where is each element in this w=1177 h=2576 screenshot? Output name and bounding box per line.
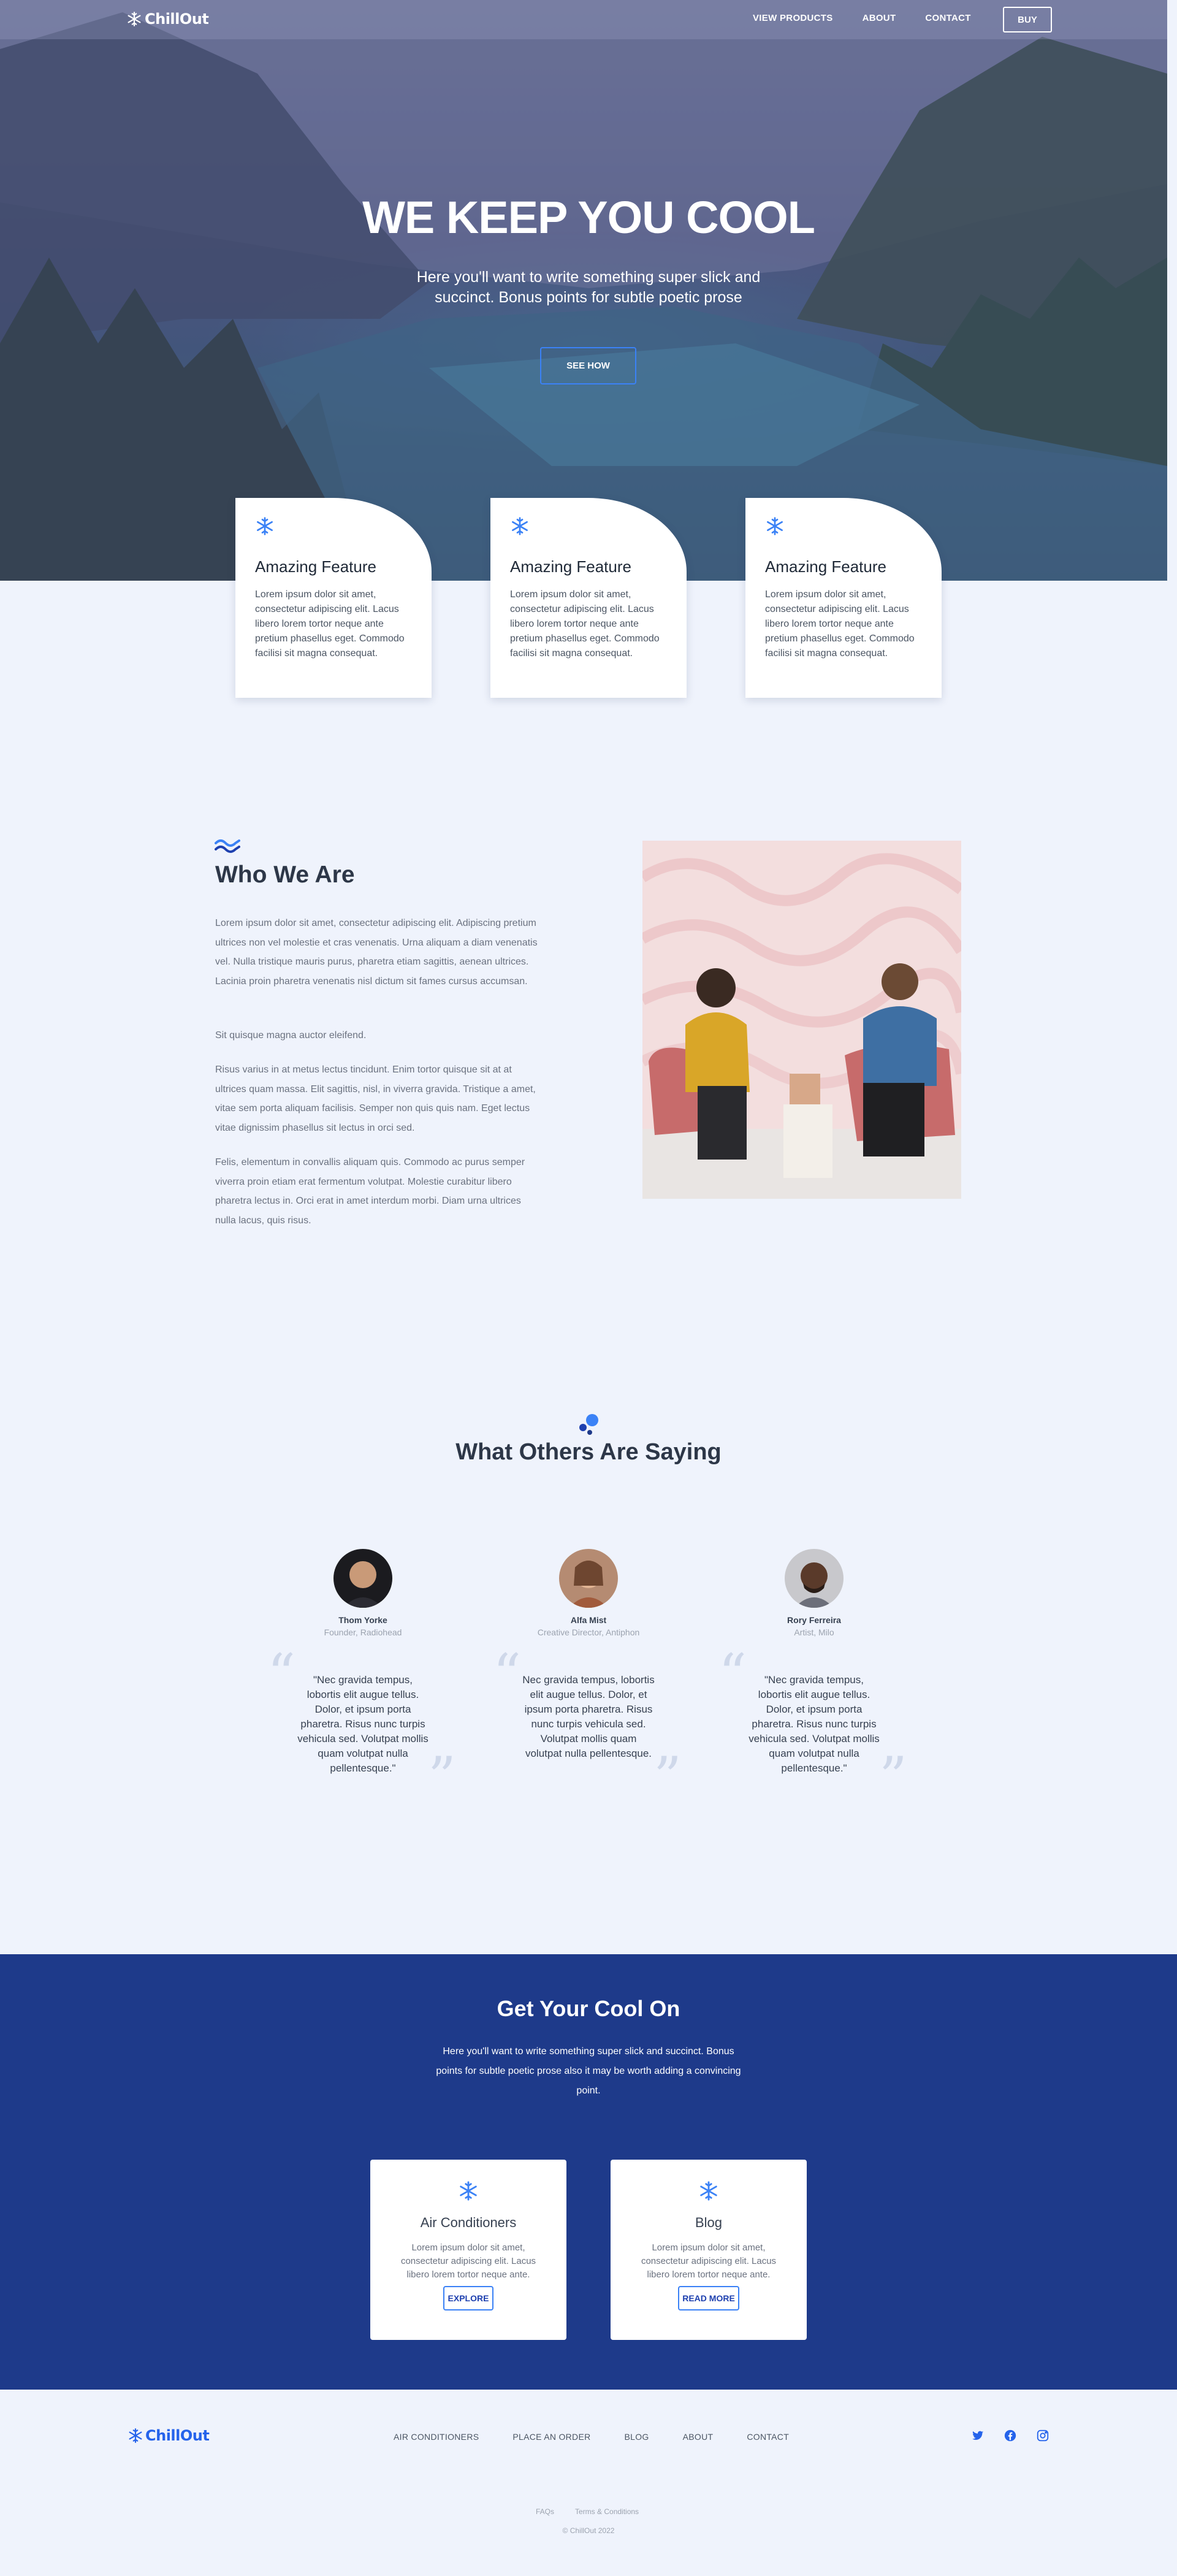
instagram-icon[interactable] (1036, 2429, 1049, 2445)
testimonial-role: Artist, Milo (794, 1627, 834, 1637)
snowflake-icon (128, 12, 141, 26)
snowflake-icon (700, 2181, 717, 2201)
waves-icon (215, 839, 240, 853)
footer-links: AIR CONDITIONERS PLACE AN ORDER BLOG ABO… (394, 2432, 789, 2442)
feature-text: Lorem ipsum dolor sit amet, consectetur … (765, 589, 915, 659)
feature-card: Amazing Feature Lorem ipsum dolor sit am… (745, 498, 942, 698)
social-links (971, 2429, 1049, 2445)
snowflake-icon (257, 517, 273, 535)
footer-small-links: FAQs Terms & Conditions (536, 2506, 639, 2517)
who-paragraph: Risus varius in at metus lectus tincidun… (215, 1064, 536, 1133)
feature-card: Amazing Feature Lorem ipsum dolor sit am… (235, 498, 432, 698)
footer-logo-text: ChillOut (145, 2427, 210, 2444)
facebook-icon[interactable] (1004, 2429, 1017, 2445)
nav-view-products[interactable]: VIEW PRODUCTS (753, 13, 833, 23)
cta-card-air-conditioners: Air Conditioners Lorem ipsum dolor sit a… (370, 2160, 566, 2340)
snowflake-icon (460, 2181, 477, 2201)
footer-link-about[interactable]: ABOUT (683, 2432, 714, 2442)
buy-button[interactable]: BUY (1003, 7, 1052, 32)
faqs-link[interactable]: FAQs (536, 2506, 554, 2517)
cta-card-title: Air Conditioners (420, 2215, 517, 2230)
feature-title: Amazing Feature (510, 557, 631, 576)
feature-card: Amazing Feature Lorem ipsum dolor sit am… (490, 498, 687, 698)
see-how-button[interactable]: SEE HOW (540, 347, 636, 384)
nav-links: VIEW PRODUCTS ABOUT CONTACT (753, 13, 971, 23)
who-we-are-title: Who We Are (215, 862, 355, 888)
testimonial-name: Rory Ferreira (787, 1615, 841, 1625)
nav-about[interactable]: ABOUT (863, 13, 896, 23)
close-quote-icon: ” (428, 1745, 457, 1810)
snowflake-icon (767, 517, 783, 535)
who-paragraph: Lorem ipsum dolor sit amet, consectetur … (215, 918, 538, 987)
logo-text: ChillOut (145, 10, 209, 28)
nav-contact[interactable]: CONTACT (925, 13, 970, 23)
cta-text: Here you'll want to write something supe… (436, 2046, 741, 2096)
who-paragraph: Felis, elementum in convallis aliquam qu… (215, 1157, 525, 1226)
testimonials-title: What Others Are Saying (455, 1439, 722, 1465)
hero-subtitle: Here you'll want to write something supe… (416, 269, 761, 306)
feature-text: Lorem ipsum dolor sit amet, consectetur … (255, 589, 405, 659)
testimonial-name: Alfa Mist (570, 1615, 607, 1625)
testimonial-quote: "Nec gravida tempus, lobortis elit augue… (748, 1674, 880, 1774)
footer-link-contact[interactable]: CONTACT (747, 2432, 789, 2442)
cta-card-text: Lorem ipsum dolor sit amet, consectetur … (641, 2242, 777, 2280)
hero-section: WE KEEP YOU COOL Here you'll want to wri… (0, 0, 1167, 581)
cta-title: Get Your Cool On (497, 1996, 680, 2021)
testimonial-quote: "Nec gravida tempus, lobortis elit augue… (297, 1674, 429, 1774)
read-more-button[interactable]: READ MORE (678, 2286, 739, 2310)
close-quote-icon: ” (879, 1745, 908, 1810)
avatar (785, 1549, 844, 1608)
logo[interactable]: ChillOut (126, 10, 209, 28)
terms-link[interactable]: Terms & Conditions (575, 2506, 639, 2517)
cta-section: Get Your Cool On Here you'll want to wri… (0, 1954, 1177, 2390)
close-quote-icon: ” (653, 1745, 682, 1810)
feature-title: Amazing Feature (255, 557, 376, 576)
testimonial-role: Founder, Radiohead (324, 1627, 402, 1637)
cta-card-text: Lorem ipsum dolor sit amet, consectetur … (400, 2242, 536, 2280)
explore-button[interactable]: EXPLORE (443, 2286, 493, 2310)
team-photo (642, 841, 961, 1199)
testimonial-role: Creative Director, Antiphon (537, 1627, 640, 1637)
footer-logo[interactable]: ChillOut (128, 2427, 210, 2444)
open-quote-icon: “ (493, 1642, 522, 1707)
feature-title: Amazing Feature (765, 557, 886, 576)
twitter-icon[interactable] (971, 2429, 985, 2445)
testimonial-quote: Nec gravida tempus, lobortis elit augue … (522, 1674, 655, 1759)
cta-card-blog: Blog Lorem ipsum dolor sit amet, consect… (611, 2160, 807, 2340)
open-quote-icon: “ (718, 1642, 747, 1707)
avatar (333, 1549, 392, 1608)
cta-card-title: Blog (695, 2215, 723, 2230)
footer-link-place-order[interactable]: PLACE AN ORDER (512, 2432, 590, 2442)
copyright: © ChillOut 2022 (562, 2526, 615, 2535)
feature-text: Lorem ipsum dolor sit amet, consectetur … (510, 589, 660, 659)
testimonial-name: Thom Yorke (338, 1615, 387, 1625)
who-paragraph: Sit quisque magna auctor eleifend. (215, 1030, 367, 1041)
avatar (559, 1549, 618, 1608)
footer-link-blog[interactable]: BLOG (625, 2432, 649, 2442)
hero-title: WE KEEP YOU COOL (362, 192, 815, 243)
snowflake-icon (512, 517, 528, 535)
footer-link-air-conditioners[interactable]: AIR CONDITIONERS (394, 2432, 479, 2442)
top-nav: ChillOut VIEW PRODUCTS ABOUT CONTACT BUY (0, 0, 1167, 39)
dots-icon (579, 1414, 598, 1435)
open-quote-icon: “ (267, 1642, 296, 1707)
snowflake-icon (129, 2428, 142, 2443)
